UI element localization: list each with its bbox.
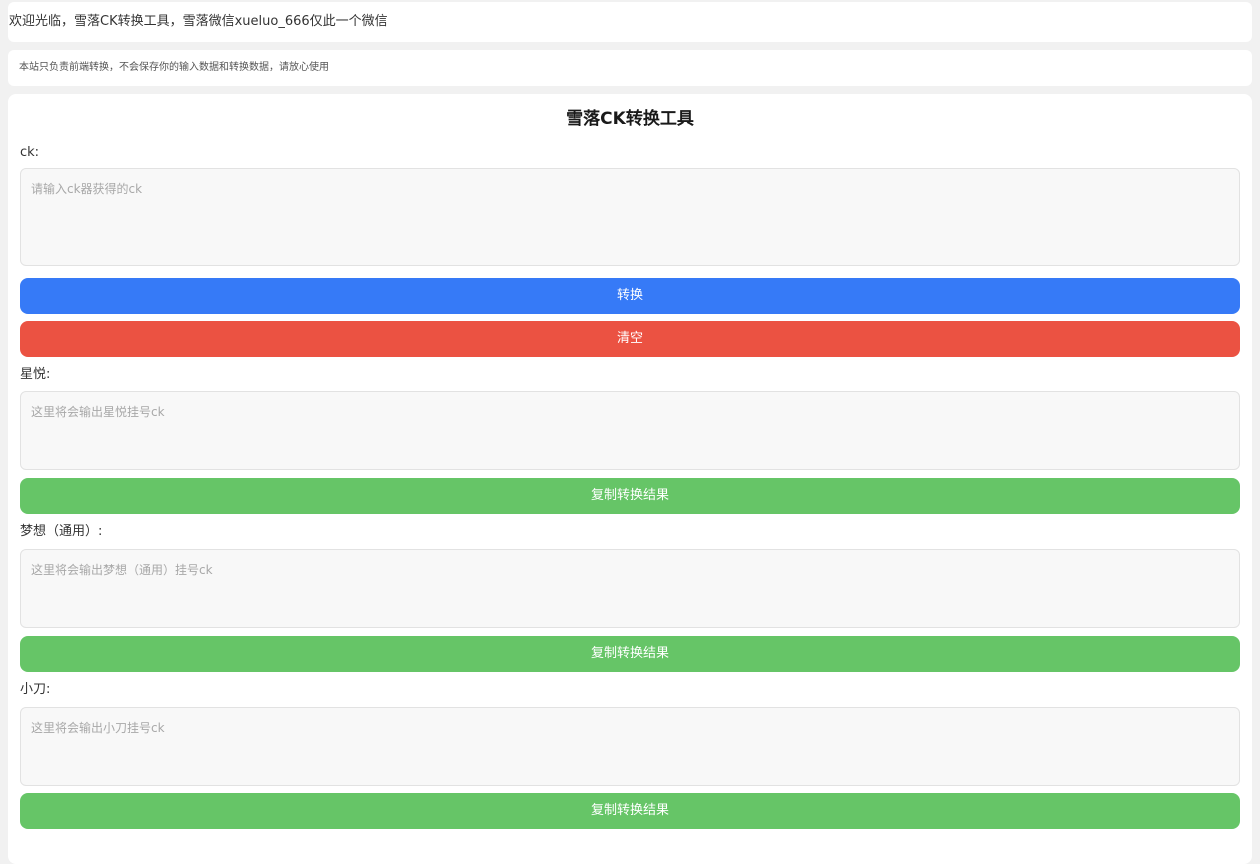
- clear-button[interactable]: 清空: [20, 321, 1240, 357]
- privacy-notice-text: 本站只负责前端转换，不会保存你的输入数据和转换数据，请放心使用: [19, 62, 329, 73]
- xingyue-output-label: 星悦:: [20, 367, 51, 382]
- xiaodao-output[interactable]: [20, 707, 1240, 786]
- convert-button[interactable]: 转换: [20, 278, 1240, 314]
- page-title: 雪落CK转换工具: [566, 109, 694, 129]
- privacy-notice-banner: 本站只负责前端转换，不会保存你的输入数据和转换数据，请放心使用: [8, 50, 1252, 86]
- ck-input[interactable]: [20, 168, 1240, 266]
- ck-input-label: ck:: [20, 145, 40, 160]
- welcome-text: 欢迎光临，雪落CK转换工具，雪落微信xueluo_666仅此一个微信: [9, 14, 388, 29]
- xingyue-output[interactable]: [20, 391, 1240, 470]
- copy-xiaodao-button[interactable]: 复制转换结果: [20, 793, 1240, 829]
- copy-xingyue-button[interactable]: 复制转换结果: [20, 478, 1240, 514]
- mengxiang-output[interactable]: [20, 549, 1240, 628]
- copy-mengxiang-button[interactable]: 复制转换结果: [20, 636, 1240, 672]
- welcome-banner: 欢迎光临，雪落CK转换工具，雪落微信xueluo_666仅此一个微信: [8, 2, 1252, 42]
- xiaodao-output-label: 小刀:: [20, 682, 51, 697]
- converter-panel: 雪落CK转换工具 ck: 转换 清空 星悦: 复制转换结果 梦想（通用）: 复制…: [8, 94, 1252, 864]
- mengxiang-output-label: 梦想（通用）:: [20, 524, 103, 539]
